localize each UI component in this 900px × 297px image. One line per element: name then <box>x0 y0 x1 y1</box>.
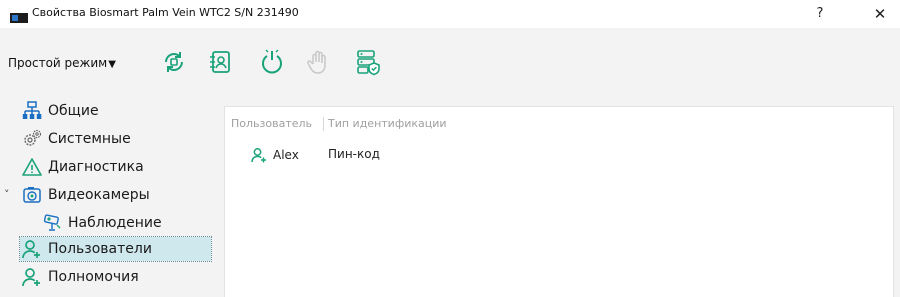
sidebar-item-label: Видеокамеры <box>48 187 150 203</box>
gears-icon <box>22 129 42 149</box>
window-title: Свойства Biosmart Palm Vein WTC2 S/N 231… <box>32 6 299 19</box>
network-icon <box>22 101 42 121</box>
sidebar-item-system[interactable]: Системные <box>22 128 131 150</box>
sidebar-item-surveillance[interactable]: Наблюдение <box>42 212 162 234</box>
app-icon <box>10 8 28 23</box>
mode-label: Простой режим <box>8 56 108 70</box>
sidebar-item-label: Общие <box>48 103 99 119</box>
close-button[interactable]: ✕ <box>866 4 894 24</box>
mode-dropdown[interactable]: Простой режим▼ <box>8 56 116 70</box>
users-table: Пользователь Тип идентификации Alex Пин-… <box>224 106 894 297</box>
palm-icon <box>304 48 332 76</box>
sidebar-item-label: Диагностика <box>48 159 144 175</box>
user-add-icon <box>22 267 42 287</box>
power-icon[interactable] <box>258 48 286 76</box>
sidebar-item-label: Полномочия <box>48 269 139 285</box>
id-type-value: Пин-код <box>328 147 380 161</box>
server-shield-icon[interactable] <box>354 48 382 76</box>
sidebar-item-permissions[interactable]: Полномочия <box>22 266 139 288</box>
sidebar-item-users[interactable]: Пользователи <box>19 236 212 262</box>
toolbar: Простой режим▼ <box>0 28 900 98</box>
sidebar-item-diagnostics[interactable]: Диагностика <box>22 156 144 178</box>
chevron-down-icon: ▼ <box>108 59 116 70</box>
user-icon <box>251 147 267 163</box>
user-add-icon <box>22 239 42 259</box>
sidebar-item-general[interactable]: Общие <box>22 100 99 122</box>
column-header-id-type[interactable]: Тип идентификации <box>328 117 447 130</box>
sidebar: ˅ Общие Системные Диагностика Видеокамер… <box>0 98 216 297</box>
camera-icon <box>22 185 42 205</box>
cctv-icon <box>42 213 62 233</box>
column-divider[interactable] <box>323 117 324 131</box>
title-bar: Свойства Biosmart Palm Vein WTC2 S/N 231… <box>0 0 900 28</box>
sidebar-item-cameras[interactable]: Видеокамеры <box>22 184 150 206</box>
sidebar-item-label: Системные <box>48 131 131 147</box>
sidebar-item-label: Пользователи <box>48 241 152 257</box>
sidebar-item-label: Наблюдение <box>68 215 162 231</box>
properties-window: Свойства Biosmart Palm Vein WTC2 S/N 231… <box>0 0 900 297</box>
sync-icon[interactable] <box>160 48 188 76</box>
user-card-icon[interactable] <box>206 48 234 76</box>
id-type-cell: Пин-код <box>328 147 380 161</box>
help-button[interactable]: ? <box>806 4 834 24</box>
expand-chevron-icon[interactable]: ˅ <box>4 188 10 201</box>
table-row[interactable]: Alex <box>251 147 299 163</box>
warning-icon <box>22 157 42 177</box>
user-name-cell: Alex <box>273 148 299 162</box>
column-header-user[interactable]: Пользователь <box>231 117 312 130</box>
